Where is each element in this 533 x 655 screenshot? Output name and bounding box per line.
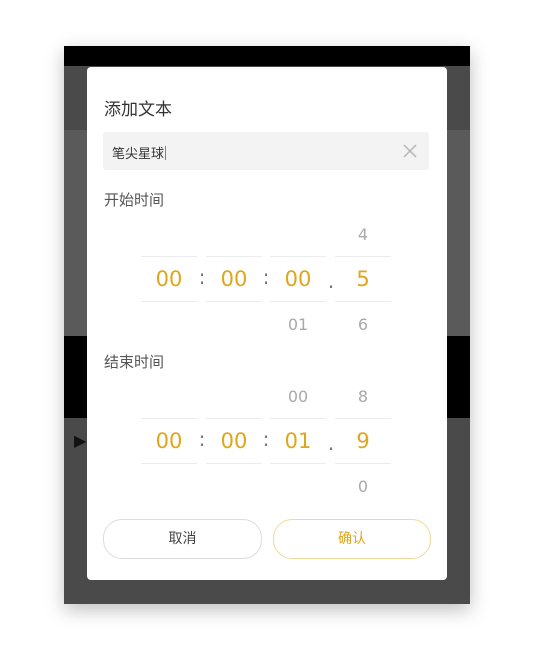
start-fraction-prev[interactable]: 4 [335,225,391,244]
start-hours-value[interactable]: 00 [141,256,197,302]
start-seconds-next[interactable]: 01 [270,315,326,334]
dialog-title: 添加文本 [104,100,172,120]
text-caret [165,146,167,160]
cancel-button[interactable]: 取消 [103,519,262,559]
text-input-value-wrap[interactable]: 笔尖星球 [112,143,167,162]
end-seconds-value[interactable]: 01 [270,418,326,464]
text-input-field[interactable]: 笔尖星球 [103,132,429,170]
end-hours-value[interactable]: 00 [141,418,197,464]
play-icon: ▶ [74,431,87,450]
text-input-value[interactable]: 笔尖星球 [112,147,164,162]
end-fraction-value[interactable]: 9 [335,418,391,464]
start-fraction-value[interactable]: 5 [335,256,391,302]
end-minutes-value[interactable]: 00 [206,418,262,464]
start-seconds-value[interactable]: 00 [270,256,326,302]
end-time-label: 结束时间 [104,353,165,371]
start-time-label: 开始时间 [104,191,165,209]
start-time-picker[interactable]: 00 : 00 : 00 01 . 4 5 6 [87,222,447,342]
end-seconds-prev[interactable]: 00 [270,387,326,406]
end-time-picker[interactable]: 00 : 00 : 00 01 . 8 9 0 [87,384,447,504]
top-bar [64,46,470,66]
confirm-button[interactable]: 确认 [273,519,431,559]
end-fraction-next[interactable]: 0 [335,477,391,496]
clear-icon[interactable] [401,142,419,160]
start-minutes-value[interactable]: 00 [206,256,262,302]
add-text-dialog: 添加文本 笔尖星球 开始时间 00 : 00 : 00 01 . 4 5 6 结… [87,67,447,580]
end-fraction-prev[interactable]: 8 [335,387,391,406]
start-fraction-next[interactable]: 6 [335,315,391,334]
